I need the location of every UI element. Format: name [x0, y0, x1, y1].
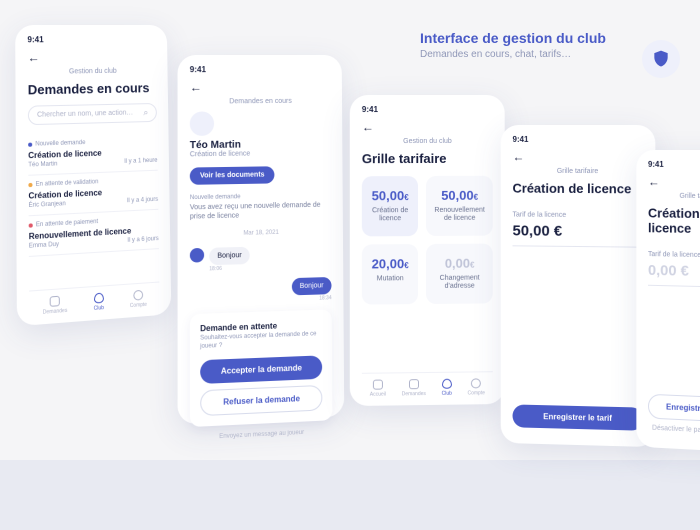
- screen-title: Demandes en cours: [28, 80, 157, 97]
- tab-bar: Demandes Club Compte: [29, 281, 160, 316]
- back-button[interactable]: ←: [362, 120, 493, 134]
- price-card-mutation[interactable]: 20,00€Mutation: [362, 244, 419, 304]
- avatar-small: [190, 248, 204, 263]
- screen-title: Création de licence: [648, 205, 700, 236]
- account-icon: [471, 378, 481, 388]
- screen-title: Création de licence: [513, 181, 644, 197]
- view-documents-button[interactable]: Voir les documents: [190, 166, 275, 185]
- breadcrumb: Gestion du club: [28, 67, 157, 76]
- breadcrumb: Grille tarifaire: [648, 193, 700, 201]
- shield-icon: [642, 40, 680, 78]
- status-bar-time: 9:41: [362, 105, 493, 114]
- back-button[interactable]: ←: [648, 175, 700, 190]
- screen-requests-list: 9:41 ← Gestion du club Demandes en cours…: [15, 25, 171, 326]
- chat-date: Mar 18, 2021: [190, 229, 331, 238]
- disable-payment-link[interactable]: Désactiver le paiement en ligne: [648, 424, 700, 436]
- tab-requests[interactable]: Demandes: [402, 379, 426, 397]
- accept-button[interactable]: Accepter la demande: [200, 355, 322, 384]
- status-dot-icon: [29, 223, 33, 227]
- tab-account[interactable]: Compte: [468, 378, 485, 396]
- chat-message-incoming: Bonjour18:06: [190, 245, 332, 273]
- requests-icon: [409, 379, 419, 389]
- back-button[interactable]: ←: [27, 50, 156, 65]
- request-item[interactable]: En attente de validation Création de lic…: [28, 171, 158, 217]
- screen-edit-tariff: 9:41 ← Grille tarifaire Création de lice…: [501, 125, 656, 447]
- page-subtitle: Demandes en cours, chat, tarifs…: [420, 49, 630, 60]
- breadcrumb: Grille tarifaire: [513, 168, 644, 176]
- request-type: Création de licence: [190, 149, 331, 158]
- refuse-button[interactable]: Refuser la demande: [200, 385, 322, 416]
- status-bar-time: 9:41: [648, 160, 700, 169]
- field-label: Tarif de la licence: [648, 251, 700, 260]
- price-card-address[interactable]: 0,00€Changement d'adresse: [426, 243, 492, 303]
- tab-bar: Accueil Demandes Club Compte: [362, 371, 493, 398]
- breadcrumb: Demandes en cours: [190, 98, 331, 106]
- status-bar-time: 9:41: [513, 135, 644, 144]
- save-tariff-button[interactable]: Enregistrer le tarif: [648, 394, 700, 424]
- tab-home[interactable]: Accueil: [370, 380, 386, 398]
- breadcrumb: Gestion du club: [362, 138, 493, 145]
- tab-account[interactable]: Compte: [130, 290, 147, 310]
- status-bar-time: 9:41: [27, 35, 155, 45]
- page-header: Interface de gestion du club Demandes en…: [420, 30, 630, 60]
- account-icon: [133, 290, 143, 301]
- tab-club[interactable]: Club: [94, 293, 104, 312]
- pending-action-card: Demande en attente Souhaitez-vous accept…: [190, 309, 333, 426]
- screen-edit-tariff-empty: 9:41 ← Grille tarifaire Création de lice…: [636, 150, 700, 453]
- page-footer-strip: [0, 460, 700, 530]
- status-dot-icon: [28, 143, 32, 147]
- back-button[interactable]: ←: [190, 80, 330, 95]
- section-label: Nouvelle demande: [190, 192, 331, 201]
- price-card-renewal[interactable]: 50,00€Renouvellement de licence: [426, 176, 492, 236]
- search-input[interactable]: Chercher un nom, une action…: [28, 103, 157, 125]
- back-button[interactable]: ←: [513, 150, 644, 164]
- tariff-input[interactable]: 0,00 €: [648, 262, 700, 288]
- chat-message-outgoing: Bonjour18:34: [190, 277, 332, 306]
- status-bar-time: 9:41: [190, 65, 330, 74]
- tab-requests[interactable]: Demandes: [43, 295, 68, 316]
- status-dot-icon: [28, 183, 32, 187]
- tab-club[interactable]: Club: [442, 379, 452, 397]
- shield-icon: [442, 379, 452, 389]
- save-tariff-button[interactable]: Enregistrer le tarif: [513, 404, 644, 430]
- price-card-creation[interactable]: 50,00€Création de licence: [362, 176, 419, 236]
- screen-pricing-grid: 9:41 ← Gestion du club Grille tarifaire …: [350, 95, 505, 406]
- screen-request-chat: 9:41 ← Demandes en cours Téo Martin Créa…: [178, 55, 345, 425]
- card-subtitle: Souhaitez-vous accepter la demande de ce…: [200, 331, 322, 352]
- section-text: Vous avez reçu une nouvelle demande de p…: [190, 200, 331, 221]
- compose-placeholder[interactable]: Envoyez un message au joueur: [190, 428, 333, 441]
- home-icon: [373, 380, 383, 390]
- page-title: Interface de gestion du club: [420, 30, 630, 46]
- request-item[interactable]: En attente de paiement Renouvellement de…: [29, 210, 159, 257]
- requests-icon: [50, 296, 60, 307]
- avatar: [190, 111, 214, 136]
- tariff-input[interactable]: 50,00 €: [513, 222, 644, 247]
- screen-title: Grille tarifaire: [362, 151, 493, 166]
- field-label: Tarif de la licence: [513, 212, 644, 220]
- request-item[interactable]: Nouvelle demande Création de licence Téo…: [28, 132, 158, 176]
- shield-icon: [94, 293, 104, 304]
